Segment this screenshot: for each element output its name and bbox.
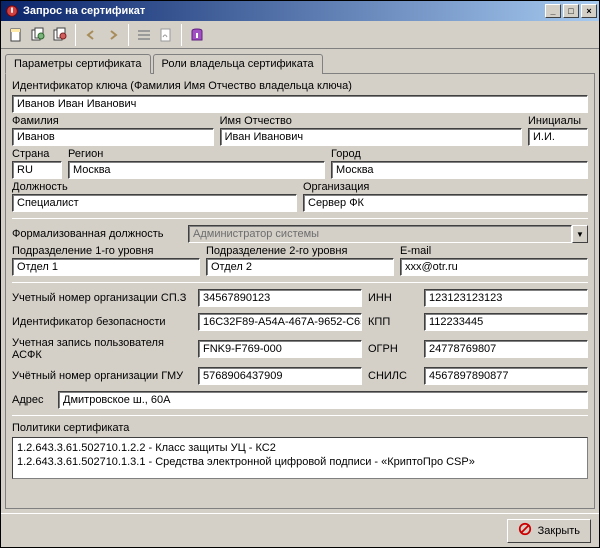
field-city[interactable]: Москва [331, 161, 588, 179]
close-window-button[interactable]: × [581, 4, 597, 18]
combo-formal-pos[interactable]: Администратор системы ▼ [188, 225, 588, 243]
label-formal-pos: Формализованная должность [12, 228, 182, 240]
field-org[interactable]: Сервер ФК [303, 194, 588, 212]
client-area: Параметры сертификата Роли владельца сер… [1, 49, 599, 513]
field-position[interactable]: Специалист [12, 194, 297, 212]
divider [12, 415, 588, 416]
field-inn[interactable]: 123123123123 [424, 289, 588, 307]
toolbar-list-icon[interactable] [133, 24, 155, 46]
label-inn: ИНН [368, 292, 418, 304]
field-sec-id[interactable]: 16C32F89-A54A-467A-9652-C65D-Y34R [198, 313, 362, 331]
tab-roles[interactable]: Роли владельца сертификата [153, 54, 323, 74]
label-policies: Политики сертификата [12, 422, 588, 434]
close-button-label: Закрыть [538, 525, 580, 537]
field-name-patr[interactable]: Иван Иванович [220, 128, 522, 146]
toolbar-doc-copy-icon[interactable] [27, 24, 49, 46]
policy-line: 1.2.643.3.61.502710.1.3.1 - Средства эле… [17, 455, 583, 469]
label-position: Должность [12, 181, 297, 193]
label-region: Регион [68, 148, 325, 160]
app-window: Запрос на сертификат _ □ × Параметры сер… [0, 0, 600, 548]
window-controls: _ □ × [545, 4, 597, 18]
field-asfk[interactable]: FNK9-F769-000 [198, 340, 362, 358]
window-title: Запрос на сертификат [23, 5, 545, 17]
field-initials[interactable]: И.И. [528, 128, 588, 146]
toolbar-doc-new-icon[interactable] [5, 24, 27, 46]
titlebar: Запрос на сертификат _ □ × [1, 1, 599, 21]
label-city: Город [331, 148, 588, 160]
divider [12, 218, 588, 219]
divider [12, 282, 588, 283]
label-snils: СНИЛС [368, 370, 418, 382]
app-icon [5, 4, 19, 18]
field-key-id[interactable]: Иванов Иван Иванович [12, 95, 588, 113]
field-ogrn[interactable]: 24778769807 [424, 340, 588, 358]
label-dept1: Подразделение 1-го уровня [12, 245, 200, 257]
prohibit-icon [518, 522, 532, 539]
toolbar-doc-save-icon[interactable] [49, 24, 71, 46]
label-name-patr: Имя Отчество [220, 115, 522, 127]
field-surname[interactable]: Иванов [12, 128, 214, 146]
maximize-button[interactable]: □ [563, 4, 579, 18]
field-address[interactable]: Дмитровское ш., 60А [58, 391, 588, 409]
toolbar-separator [181, 24, 182, 46]
tab-params[interactable]: Параметры сертификата [5, 54, 151, 74]
label-surname: Фамилия [12, 115, 214, 127]
field-acct-spz[interactable]: 34567890123 [198, 289, 362, 307]
field-dept2[interactable]: Отдел 2 [206, 258, 394, 276]
field-snils[interactable]: 4567897890877 [424, 367, 588, 385]
label-kpp: КПП [368, 316, 418, 328]
label-sec-id: Идентификатор безопасности [12, 316, 192, 328]
toolbar-sign-icon[interactable] [155, 24, 177, 46]
label-key-id: Идентификатор ключа (Фамилия Имя Отчеств… [12, 80, 588, 92]
toolbar-redo-icon[interactable] [102, 24, 124, 46]
label-acct-spz: Учетный номер организации СП.З [12, 292, 192, 304]
close-button[interactable]: Закрыть [507, 519, 591, 543]
toolbar-help-icon[interactable] [186, 24, 208, 46]
label-dept2: Подразделение 2-го уровня [206, 245, 394, 257]
chevron-down-icon[interactable]: ▼ [572, 225, 588, 243]
policy-line: 1.2.643.3.61.502710.1.2.2 - Класс защиты… [17, 441, 583, 455]
field-formal-pos: Администратор системы [188, 225, 572, 243]
footer: Закрыть [1, 513, 599, 547]
field-acct-gmu[interactable]: 5768906437909 [198, 367, 362, 385]
tab-panel-params: Идентификатор ключа (Фамилия Имя Отчеств… [5, 73, 595, 509]
label-initials: Инициалы [528, 115, 588, 127]
toolbar-separator [128, 24, 129, 46]
label-email: E-mail [400, 245, 588, 257]
field-email[interactable]: xxx@otr.ru [400, 258, 588, 276]
minimize-button[interactable]: _ [545, 4, 561, 18]
toolbar-separator [75, 24, 76, 46]
label-address: Адрес [12, 394, 52, 406]
field-dept1[interactable]: Отдел 1 [12, 258, 200, 276]
field-region[interactable]: Москва [68, 161, 325, 179]
tab-bar: Параметры сертификата Роли владельца сер… [5, 54, 595, 74]
label-org: Организация [303, 181, 588, 193]
label-acct-gmu: Учётный номер организации ГМУ [12, 370, 192, 382]
policies-box[interactable]: 1.2.643.3.61.502710.1.2.2 - Класс защиты… [12, 437, 588, 479]
label-ogrn: ОГРН [368, 343, 418, 355]
toolbar-undo-icon[interactable] [80, 24, 102, 46]
label-asfk: Учетная запись пользователя АСФК [12, 337, 192, 361]
field-country[interactable]: RU [12, 161, 62, 179]
toolbar [1, 21, 599, 49]
label-country: Страна [12, 148, 62, 160]
field-kpp[interactable]: 112233445 [424, 313, 588, 331]
identifiers-grid: Учетный номер организации СП.З 345678901… [12, 289, 588, 385]
